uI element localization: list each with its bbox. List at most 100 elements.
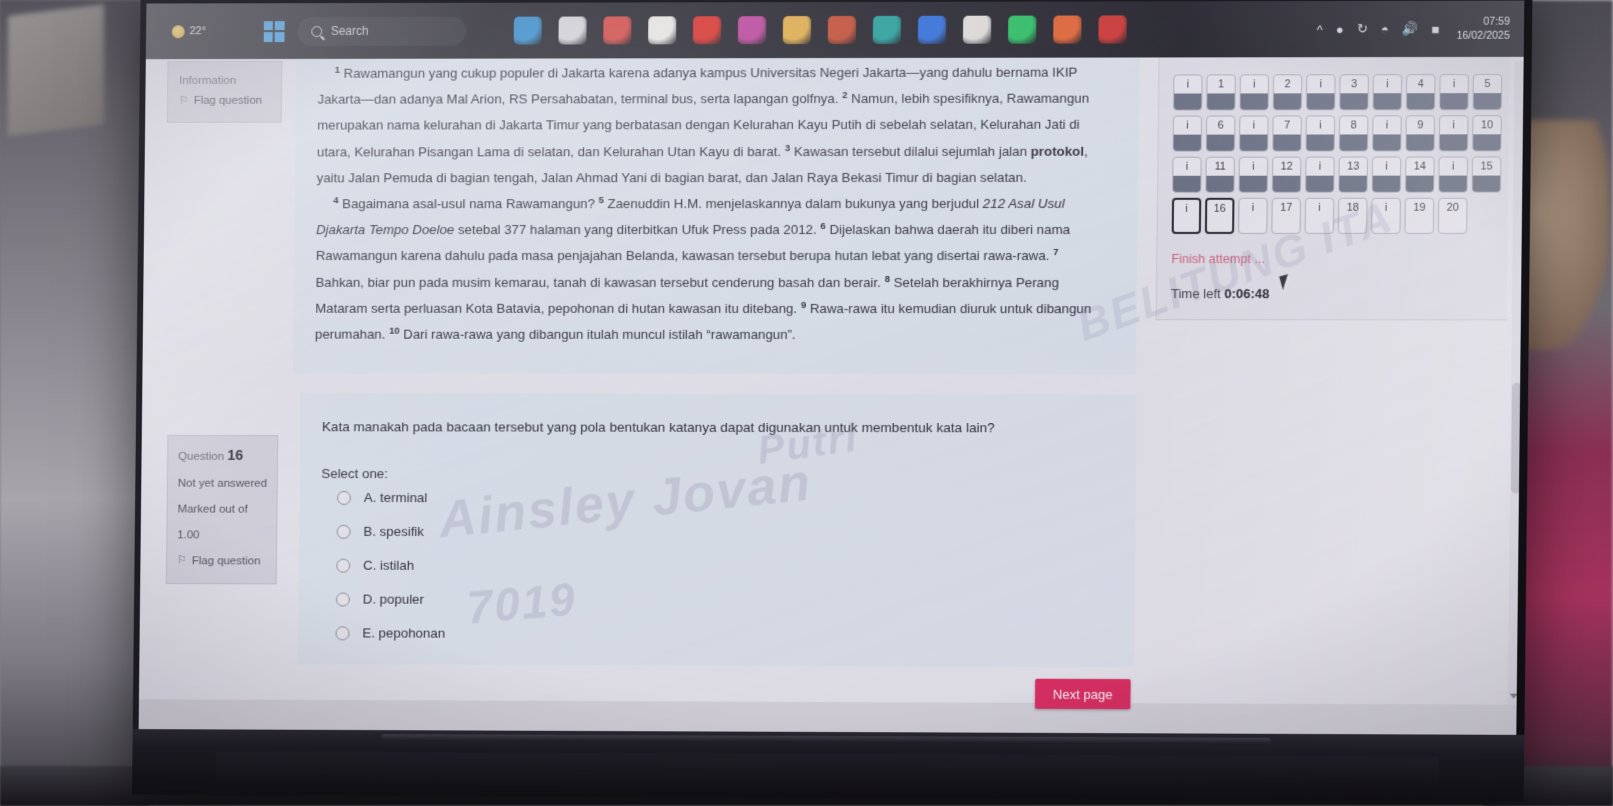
file-explorer-icon[interactable] bbox=[558, 17, 586, 45]
quiz-nav-item-21[interactable]: 11 bbox=[1205, 157, 1235, 193]
quiz-nav-item-8[interactable]: i bbox=[1439, 74, 1469, 110]
weather-widget[interactable]: 22° bbox=[172, 25, 206, 38]
quiz-nav-item-22[interactable]: i bbox=[1239, 157, 1269, 193]
quiz-nav-item-12[interactable]: i bbox=[1239, 115, 1269, 151]
question-card: Kata manakah pada bacaan tersebut yang p… bbox=[298, 393, 1137, 667]
wps-office-icon[interactable] bbox=[1098, 15, 1126, 43]
quiz-nav-item-23[interactable]: 12 bbox=[1272, 157, 1302, 193]
quiz-nav-item-13[interactable]: 7 bbox=[1272, 115, 1302, 151]
quiz-nav-item-label: 3 bbox=[1351, 78, 1357, 90]
quiz-nav-item-3[interactable]: 2 bbox=[1273, 74, 1303, 110]
whatsapp-icon[interactable] bbox=[1008, 16, 1036, 44]
chrome-icon[interactable] bbox=[603, 16, 631, 44]
finish-attempt-link[interactable]: Finish attempt ... bbox=[1171, 252, 1495, 266]
flag-question-info[interactable]: ⚐ Flag question bbox=[179, 91, 272, 111]
edge-icon[interactable] bbox=[513, 17, 541, 45]
quiz-nav-item-29[interactable]: 15 bbox=[1472, 156, 1502, 192]
zoom-icon[interactable] bbox=[917, 16, 945, 44]
quiz-nav-item-25[interactable]: 13 bbox=[1338, 157, 1368, 193]
quiz-nav-item-19[interactable]: 10 bbox=[1472, 115, 1502, 151]
radio-button-a[interactable] bbox=[337, 491, 351, 505]
quiz-nav-item-35[interactable]: 18 bbox=[1338, 198, 1368, 234]
quiz-nav-item-32[interactable]: i bbox=[1238, 198, 1268, 234]
chevron-up-icon[interactable]: ^ bbox=[1316, 22, 1322, 37]
marker-9: 9 bbox=[801, 299, 806, 310]
passage-p2-h: Dari rawa-rawa yang dibangun itulah munc… bbox=[403, 327, 795, 342]
powerpoint-icon[interactable] bbox=[827, 16, 855, 44]
quiz-nav-item-label: 5 bbox=[1484, 78, 1490, 90]
passage-p2-c: setebal 377 halaman yang diterbitkan Ufu… bbox=[458, 222, 817, 237]
quiz-nav-item-2[interactable]: i bbox=[1239, 74, 1269, 110]
clock-time: 07:59 bbox=[1457, 14, 1510, 28]
youtube-icon[interactable] bbox=[693, 16, 721, 44]
answer-option-a[interactable]: A. terminal bbox=[337, 490, 1110, 507]
quiz-nav-item-label: 18 bbox=[1347, 202, 1359, 214]
quiz-nav-item-27[interactable]: 14 bbox=[1405, 157, 1435, 193]
quiz-nav-item-5[interactable]: 3 bbox=[1339, 74, 1369, 110]
quiz-nav-item-24[interactable]: i bbox=[1305, 157, 1335, 193]
quiz-nav-item-20[interactable]: i bbox=[1172, 157, 1202, 193]
quiz-nav-item-6[interactable]: i bbox=[1373, 74, 1403, 110]
quiz-nav-item-label: 13 bbox=[1347, 161, 1359, 173]
volume-icon[interactable]: 🔊 bbox=[1402, 21, 1419, 37]
taskbar-clock[interactable]: 07:59 16/02/2025 bbox=[1457, 14, 1510, 43]
quiz-nav-item-label: i bbox=[1253, 120, 1256, 132]
quiz-nav-item-0[interactable]: i bbox=[1173, 74, 1203, 110]
quiz-nav-item-label: i bbox=[1252, 161, 1255, 173]
marker-10: 10 bbox=[389, 325, 400, 336]
quiz-nav-item-label: 2 bbox=[1284, 78, 1290, 90]
sync-icon[interactable]: ↻ bbox=[1357, 21, 1368, 37]
quiz-nav-item-1[interactable]: 1 bbox=[1206, 74, 1236, 110]
radio-button-b[interactable] bbox=[337, 525, 351, 539]
quiz-nav-item-26[interactable]: i bbox=[1372, 157, 1402, 193]
quiz-nav-item-30[interactable]: i bbox=[1172, 198, 1202, 234]
teal-app-icon[interactable] bbox=[872, 16, 900, 44]
marker-5: 5 bbox=[599, 195, 604, 206]
flag-question-button[interactable]: ⚐ Flag question bbox=[177, 552, 268, 571]
quiz-nav-item-17[interactable]: 9 bbox=[1405, 115, 1435, 151]
quiz-nav-item-31[interactable]: 16 bbox=[1205, 198, 1235, 234]
firefox-icon[interactable] bbox=[1053, 15, 1081, 43]
quiz-nav-item-37[interactable]: 19 bbox=[1404, 198, 1434, 234]
windows-logo-icon[interactable] bbox=[263, 21, 284, 42]
wifi-icon[interactable]: ◓ bbox=[1381, 21, 1389, 36]
quiz-nav-item-34[interactable]: i bbox=[1305, 198, 1335, 234]
quiz-nav-item-36[interactable]: i bbox=[1371, 198, 1401, 234]
flag-question-label: Flag question bbox=[194, 91, 263, 111]
quiz-nav-item-10[interactable]: i bbox=[1173, 116, 1203, 152]
quiz-nav-item-label: i bbox=[1386, 78, 1389, 90]
microsoft-365-icon[interactable] bbox=[737, 16, 765, 44]
scroll-down-arrow-icon[interactable] bbox=[1510, 694, 1518, 699]
quiz-nav-item-11[interactable]: 6 bbox=[1206, 116, 1236, 152]
quiz-nav-item-33[interactable]: 17 bbox=[1271, 198, 1301, 234]
quiz-nav-item-18[interactable]: i bbox=[1439, 115, 1469, 151]
office-icon[interactable] bbox=[963, 16, 991, 44]
amazon-icon[interactable] bbox=[648, 16, 676, 44]
quiz-nav-item-38[interactable]: 20 bbox=[1438, 198, 1468, 234]
answer-option-c[interactable]: C. istilah bbox=[336, 558, 1109, 575]
search-input[interactable]: Search bbox=[297, 16, 466, 45]
quiz-nav-item-14[interactable]: i bbox=[1305, 115, 1335, 151]
quiz-nav-item-4[interactable]: i bbox=[1306, 74, 1336, 110]
quiz-nav-item-15[interactable]: 8 bbox=[1339, 115, 1369, 151]
next-page-button[interactable]: Next page bbox=[1035, 679, 1131, 709]
answer-option-e[interactable]: E. pepohonan bbox=[336, 626, 1109, 644]
photo-scene: PROSUS INTEN TRYOUT ONLINE - PROSUS INTE… bbox=[0, 0, 1613, 806]
laptop-base bbox=[132, 729, 1524, 801]
quiz-nav-item-16[interactable]: i bbox=[1372, 115, 1402, 151]
passage-p1-c: Kawasan tersebut dilalui sejumlah jalan bbox=[794, 143, 1027, 158]
coin-icon[interactable]: ● bbox=[1336, 21, 1344, 36]
quiz-nav-item-9[interactable]: 5 bbox=[1473, 74, 1503, 110]
radio-button-c[interactable] bbox=[336, 559, 350, 573]
answer-option-d[interactable]: D. populer bbox=[336, 592, 1109, 609]
page-content: Information ⚐ Flag question 1 Rawamangun… bbox=[139, 31, 1524, 705]
answer-option-b[interactable]: B. spesifik bbox=[337, 524, 1110, 541]
battery-icon[interactable]: ■ bbox=[1431, 21, 1439, 36]
quiz-nav-item-label: 8 bbox=[1351, 119, 1357, 131]
system-tray: ^ ● ↻ ◓ 🔊 ■ 07:59 16/02/2025 bbox=[1316, 14, 1510, 43]
quiz-nav-item-28[interactable]: i bbox=[1438, 156, 1468, 192]
radio-button-d[interactable] bbox=[336, 592, 350, 606]
quiz-nav-item-7[interactable]: 4 bbox=[1406, 74, 1436, 110]
radio-button-e[interactable] bbox=[336, 626, 350, 640]
folder-icon[interactable] bbox=[782, 16, 810, 44]
